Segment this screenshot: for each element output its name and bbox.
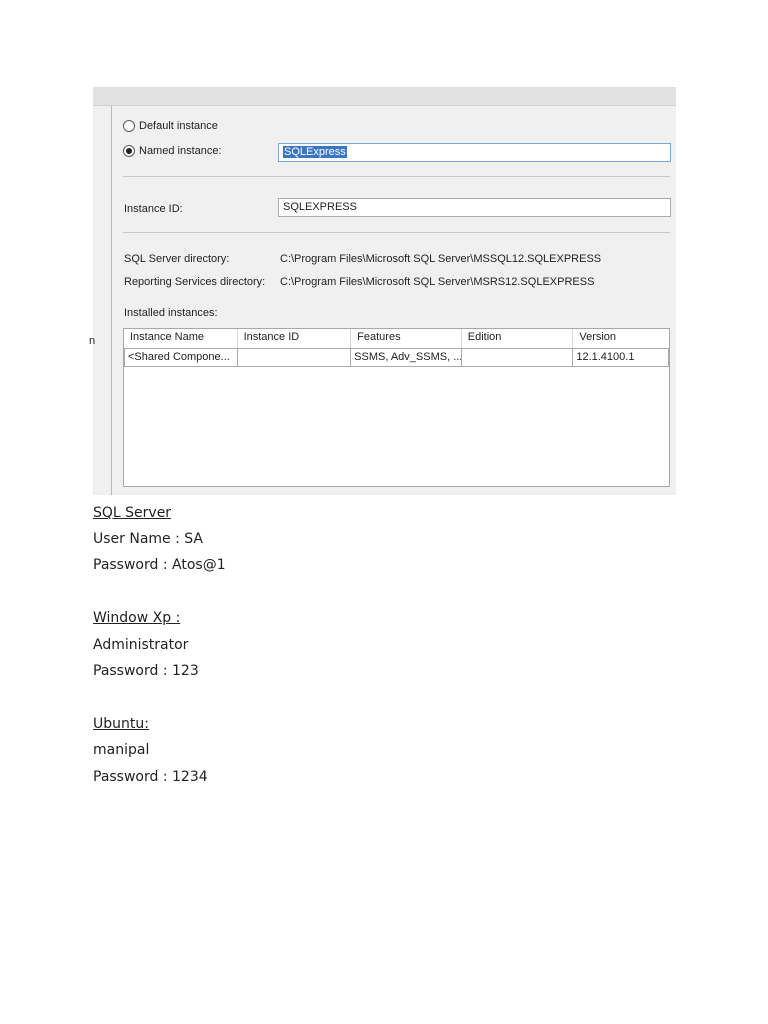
instance-id-label: Instance ID: (124, 203, 183, 215)
separator (123, 232, 670, 233)
cell: 12.1.4100.1 (573, 348, 669, 367)
cell: <Shared Compone... (124, 348, 238, 367)
separator (123, 176, 670, 177)
cell (461, 348, 574, 367)
header-instance-name[interactable]: Instance Name (124, 329, 238, 348)
header-edition[interactable]: Edition (462, 329, 574, 348)
installer-screenshot: n Default instance Named instance: SQLEx… (89, 87, 676, 495)
named-instance-label: Named instance: (139, 145, 222, 157)
note-line: Password : 1234 (93, 769, 208, 785)
instance-id-input[interactable]: SQLEXPRESS (278, 198, 671, 217)
sql-dir-label: SQL Server directory: (124, 253, 230, 265)
note-line: User Name : SA (93, 531, 204, 547)
table-header: Instance Name Instance ID Features Editi… (124, 329, 669, 348)
installed-instances-label: Installed instances: (124, 307, 218, 319)
cut-text: n (89, 335, 96, 347)
default-instance-radio[interactable] (123, 120, 135, 132)
windows-xp-heading: Window Xp : (93, 610, 181, 626)
rs-dir-value: C:\Program Files\Microsoft SQL Server\MS… (280, 276, 595, 288)
sql-server-heading: SQL Server (93, 505, 172, 521)
table-row[interactable]: <Shared Compone... SSMS, Adv_SSMS, ... 1… (124, 348, 669, 367)
header-instance-id[interactable]: Instance ID (238, 329, 352, 348)
cell (237, 348, 352, 367)
note-line: Password : 123 (93, 663, 199, 679)
named-instance-value: SQLExpress (283, 146, 347, 158)
divider (111, 106, 112, 495)
cell: SSMS, Adv_SSMS, ... (351, 348, 462, 367)
title-bar (93, 87, 676, 106)
note-line: Password : Atos@1 (93, 557, 226, 573)
sql-dir-value: C:\Program Files\Microsoft SQL Server\MS… (280, 253, 602, 265)
default-instance-label: Default instance (139, 120, 218, 132)
header-version[interactable]: Version (573, 329, 669, 348)
installed-instances-table[interactable]: Instance Name Instance ID Features Editi… (123, 328, 670, 487)
note-line: manipal (93, 742, 150, 758)
ubuntu-heading: Ubuntu: (93, 716, 149, 732)
named-instance-radio[interactable] (123, 145, 135, 157)
note-line: Administrator (93, 637, 189, 653)
rs-dir-label: Reporting Services directory: (124, 276, 266, 288)
named-instance-input[interactable]: SQLExpress (278, 143, 671, 162)
header-features[interactable]: Features (351, 329, 462, 348)
